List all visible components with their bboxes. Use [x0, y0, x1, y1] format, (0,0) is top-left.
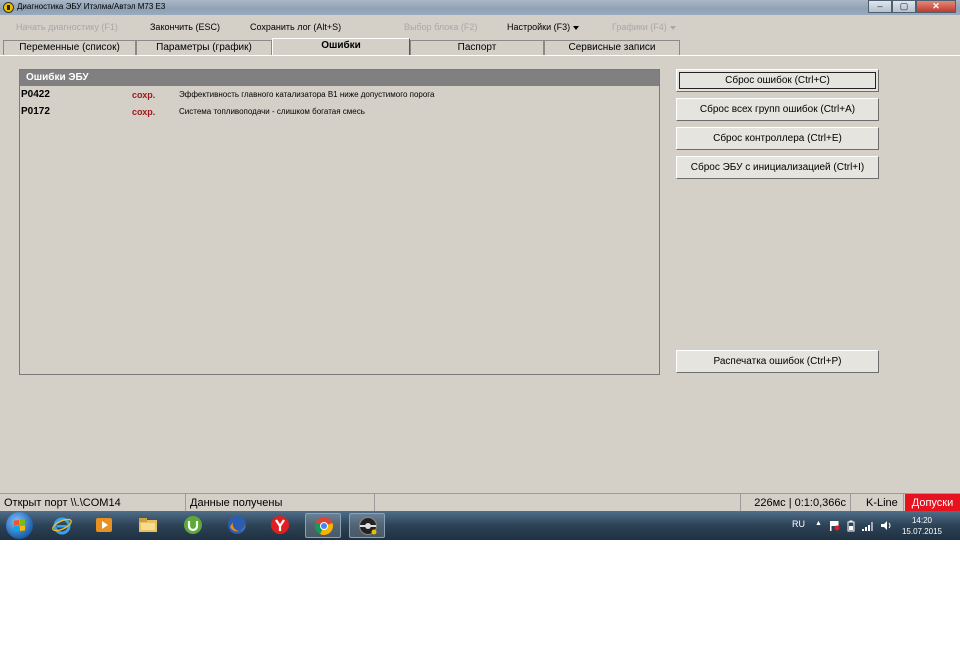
taskbar-utorrent[interactable] — [175, 513, 211, 538]
tab-variables-list[interactable]: Переменные (список) — [3, 40, 136, 55]
status-empty — [375, 494, 741, 512]
panel-title: Ошибки ЭБУ — [20, 70, 659, 86]
error-status: сохр. — [132, 90, 156, 100]
battery-icon[interactable] — [847, 520, 855, 532]
network-signal-icon[interactable] — [862, 521, 874, 531]
taskbar-media-player[interactable] — [86, 513, 122, 538]
taskbar-internet-explorer[interactable] — [44, 513, 80, 538]
print-errors-button[interactable]: Распечатка ошибок (Ctrl+P) — [676, 350, 879, 373]
taskbar-yandex-browser[interactable] — [262, 513, 298, 538]
firefox-icon — [228, 516, 246, 534]
language-indicator[interactable]: RU — [792, 519, 805, 540]
windows-start-button[interactable] — [6, 512, 33, 539]
menu-save-log[interactable]: Сохранить лог (Alt+S) — [250, 22, 341, 32]
clock-time: 14:20 — [911, 516, 933, 525]
menu-start-diagnostics[interactable]: Начать диагностику (F1) — [16, 22, 118, 32]
steering-wheel-icon — [359, 517, 377, 535]
folder-icon — [139, 518, 157, 532]
app-logo-icon — [3, 2, 14, 13]
application-window: Диагностика ЭБУ Итэлма/Автэл М73 Е3 – ▢ … — [0, 0, 960, 540]
menu-graphs-label: Графики (F4) — [612, 22, 667, 32]
action-center-flag-icon[interactable] — [829, 520, 840, 531]
utorrent-icon — [184, 516, 202, 534]
status-alert-badge: Допуски — [905, 494, 960, 512]
clock-date: 15.07.2015 — [901, 527, 943, 536]
close-button[interactable]: ✕ — [916, 0, 956, 13]
error-description: Система топливоподачи - слишком богатая … — [179, 107, 365, 116]
window-title: Диагностика ЭБУ Итэлма/Автэл М73 Е3 — [17, 2, 166, 11]
volume-icon[interactable] — [880, 520, 892, 531]
minimize-button[interactable]: – — [868, 0, 892, 13]
taskbar-chrome[interactable] — [305, 513, 341, 538]
error-code: P0172 — [21, 106, 50, 117]
status-data: Данные получены — [186, 494, 375, 512]
error-status: сохр. — [132, 107, 156, 117]
menu-settings[interactable]: Настройки (F3) — [507, 22, 580, 32]
reset-errors-button[interactable]: Сброс ошибок (Ctrl+C) — [676, 69, 879, 92]
taskbar-file-explorer[interactable] — [130, 513, 166, 538]
status-protocol: K-Line — [851, 494, 904, 512]
taskbar-firefox[interactable] — [219, 513, 255, 538]
yandex-browser-icon — [271, 516, 289, 534]
error-code: P0422 — [21, 89, 50, 100]
error-row[interactable]: P0422 сохр. Эффективность главного катал… — [20, 86, 659, 103]
tab-passport[interactable]: Паспорт — [410, 40, 544, 55]
reset-ecu-init-button[interactable]: Сброс ЭБУ с инициализацией (Ctrl+I) — [676, 156, 879, 179]
error-row[interactable]: P0172 сохр. Система топливоподачи - слиш… — [20, 103, 659, 120]
status-bar: Открыт порт \\.\COM14 Данные получены 22… — [0, 493, 960, 512]
menu-select-block[interactable]: Выбор блока (F2) — [404, 22, 477, 32]
taskbar: RU ▲ 14:20 15.07.2015 — [0, 511, 960, 540]
menu-graphs[interactable]: Графики (F4) — [612, 22, 676, 32]
chevron-down-icon — [669, 25, 676, 30]
tab-bar: Переменные (список) Параметры (график) О… — [0, 38, 960, 56]
menu-settings-label: Настройки (F3) — [507, 22, 571, 32]
tab-errors[interactable]: Ошибки — [272, 38, 410, 56]
window-controls: – ▢ ✕ — [868, 0, 956, 13]
menu-finish[interactable]: Закончить (ESC) — [150, 22, 220, 32]
system-clock[interactable]: 14:20 15.07.2015 — [892, 515, 952, 537]
ecu-errors-panel: Ошибки ЭБУ P0422 сохр. Эффективность гла… — [19, 69, 660, 375]
error-description: Эффективность главного катализатора B1 н… — [179, 90, 435, 99]
media-player-icon — [96, 518, 112, 532]
title-bar: Диагностика ЭБУ Итэлма/Автэл М73 Е3 – ▢ … — [0, 0, 960, 15]
windows-logo-icon — [14, 519, 25, 532]
taskbar-diagnostic-app[interactable] — [349, 513, 385, 538]
tab-service-records[interactable]: Сервисные записи — [544, 40, 680, 55]
tab-parameters-graph[interactable]: Параметры (график) — [136, 40, 272, 55]
reset-all-groups-button[interactable]: Сброс всех групп ошибок (Ctrl+A) — [676, 98, 879, 121]
reset-controller-button[interactable]: Сброс контроллера (Ctrl+E) — [676, 127, 879, 150]
status-port: Открыт порт \\.\COM14 — [0, 494, 186, 512]
chrome-icon — [314, 517, 333, 535]
show-hidden-icons-arrow-icon[interactable]: ▲ — [815, 520, 822, 540]
menu-bar: Начать диагностику (F1) Закончить (ESC) … — [0, 18, 960, 38]
internet-explorer-icon — [52, 517, 72, 535]
chevron-down-icon — [573, 25, 580, 30]
status-timing: 226мс | 0:1:0,366с — [741, 494, 851, 512]
tab-divider — [0, 55, 960, 56]
maximize-button[interactable]: ▢ — [892, 0, 916, 13]
